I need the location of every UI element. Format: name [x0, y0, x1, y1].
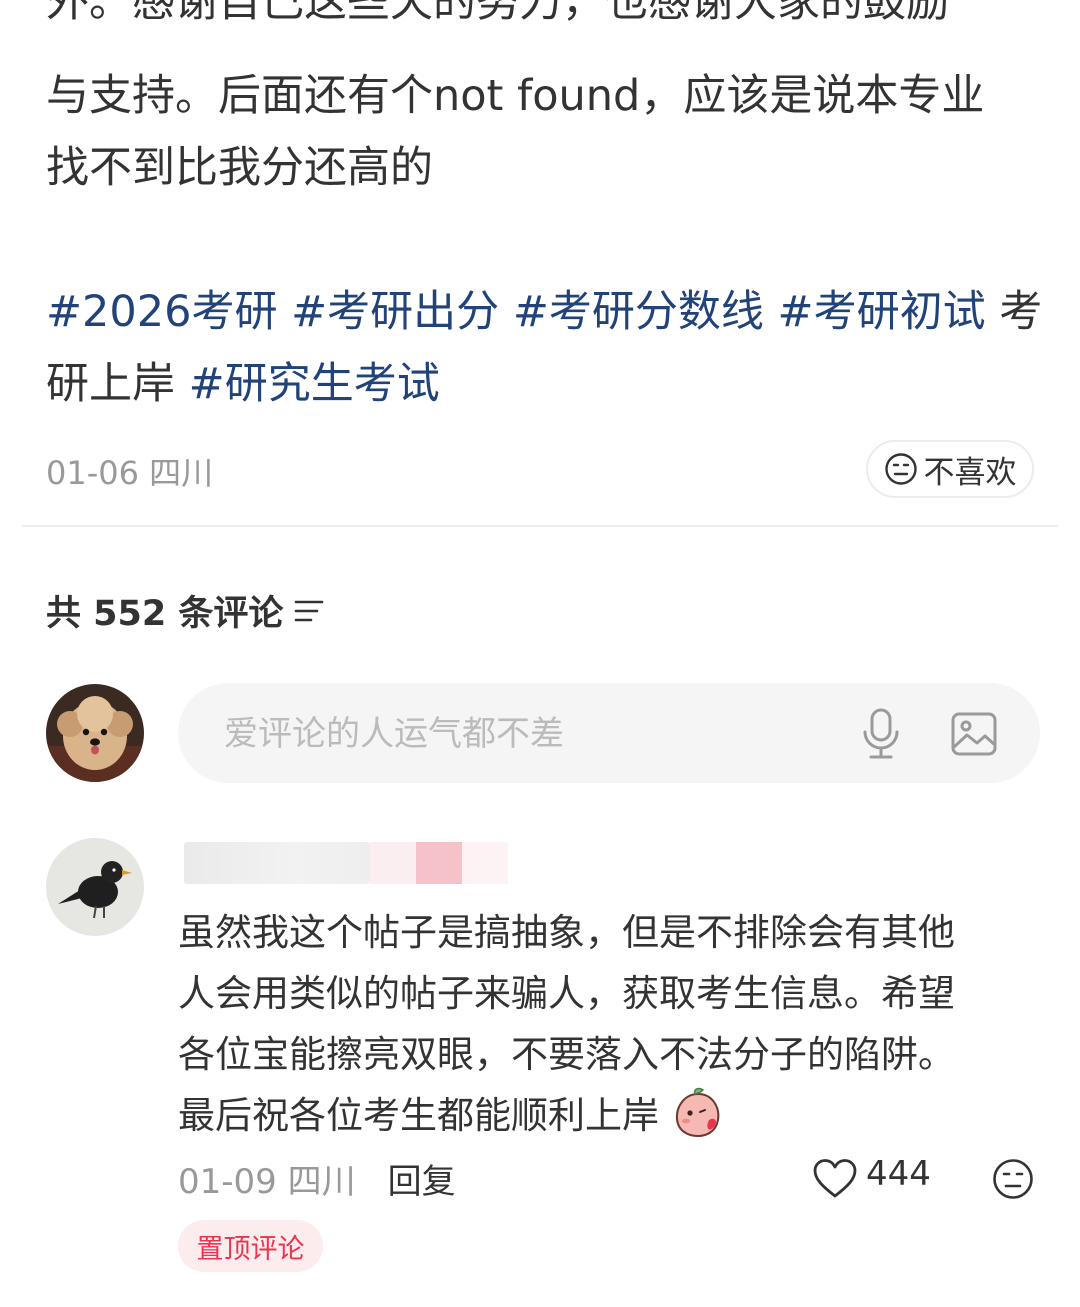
hashtags-row: #2026考研 #考研出分 #考研分数线 #考研初试 考: [46, 276, 1042, 348]
comment-meta: 01-09 四川 回复: [178, 1154, 456, 1203]
reply-button[interactable]: 回复: [388, 1154, 456, 1203]
dislike-label: 不喜欢: [923, 454, 1017, 491]
unhappy-face-icon: [884, 453, 917, 485]
post-text-fragment: 考: [999, 287, 1043, 337]
hashtag-link[interactable]: #考研初试: [778, 287, 986, 337]
post-text-line: 找不到比我分还高的: [46, 143, 433, 193]
comment-count-label: 共 552 条评论: [46, 594, 284, 634]
comment-text-line: 最后祝各位考生都能顺利上岸: [178, 1085, 723, 1146]
blurred-username-part: [416, 842, 462, 884]
unhappy-face-icon[interactable]: [992, 1158, 1034, 1200]
bird-avatar-image: [46, 838, 144, 936]
post-text-fragment: 研上岸: [46, 359, 175, 409]
hashtag-link[interactable]: #研究生考试: [189, 359, 440, 409]
post-text-line: 与支持。后面还有个not found，应该是说本专业: [46, 71, 985, 121]
blurred-username: [184, 842, 370, 884]
comment-text-line: 人会用类似的帖子来骗人，获取考生信息。希望: [178, 972, 955, 1015]
comment-input[interactable]: [222, 705, 826, 763]
comment-text-line: 虽然我这个帖子是搞抽象，但是不排除会有其他: [178, 911, 955, 954]
commenter-avatar[interactable]: [46, 838, 144, 936]
like-count: 444: [866, 1154, 931, 1194]
blurred-username-part: [462, 842, 508, 884]
dislike-button[interactable]: 不喜欢: [866, 440, 1034, 498]
comment-count-header: 共 552 条评论: [46, 585, 325, 636]
comment-text-line: 各位宝能擦亮双眼，不要落入不法分子的陷阱。: [178, 1033, 955, 1076]
pinned-comment-badge: 置顶评论: [178, 1220, 323, 1272]
hashtag-link[interactable]: #考研出分: [291, 287, 499, 337]
section-divider: [22, 525, 1058, 527]
post-text-line-cut: 外。感谢自己这些天的努力，也感谢大家的鼓励: [46, 0, 949, 27]
user-avatar[interactable]: [46, 684, 144, 782]
comment-text-fragment: 最后祝各位考生都能顺利上岸: [178, 1094, 659, 1137]
image-icon[interactable]: [950, 711, 998, 757]
hashtags-row: 研上岸 #研究生考试: [46, 348, 440, 420]
comment-date-location: 01-09 四川: [178, 1162, 356, 1202]
post-date-location: 01-06 四川: [46, 454, 214, 492]
filter-lines-icon[interactable]: [293, 595, 325, 627]
hashtag-link[interactable]: #考研分数线: [513, 287, 764, 337]
peach-emoji-icon: [675, 1087, 720, 1138]
dog-avatar-image: [46, 684, 144, 782]
heart-icon[interactable]: [812, 1158, 858, 1200]
comment-input-container[interactable]: [178, 683, 1040, 783]
blurred-username-part: [370, 842, 416, 884]
microphone-icon[interactable]: [860, 707, 902, 761]
hashtag-link[interactable]: #2026考研: [46, 287, 277, 337]
